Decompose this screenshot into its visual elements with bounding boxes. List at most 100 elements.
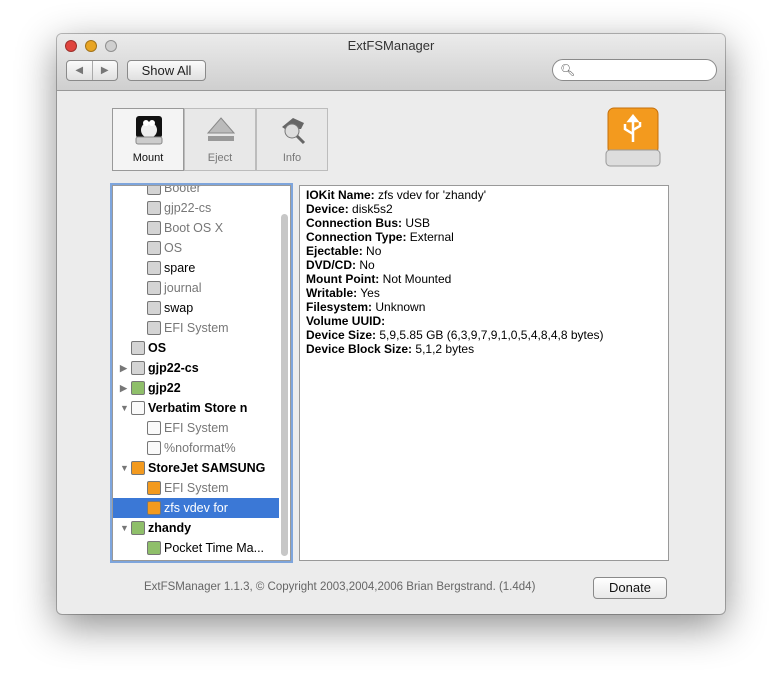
detail-value: USB [402, 216, 431, 230]
disk-drive-icon [147, 261, 161, 275]
detail-line: Device Block Size: 5,1,2 bytes [306, 342, 662, 356]
detail-value: Unknown [372, 300, 426, 314]
tree-item-label: EFI System [164, 421, 229, 435]
tree-item[interactable]: gjp22-cs [113, 198, 279, 218]
back-forward-control: ◀ ▶ [66, 60, 118, 81]
detail-line: Writable: Yes [306, 286, 662, 300]
search-input[interactable]: 🔍︎ [552, 59, 717, 81]
disk-drive-icon [147, 221, 161, 235]
usb-drive-icon [605, 107, 661, 167]
detail-key: Ejectable: [306, 244, 363, 258]
mount-button[interactable]: Mount [112, 108, 184, 171]
white-drive-icon [147, 421, 161, 435]
info-button[interactable]: Info [256, 108, 328, 171]
tree-item-label: gjp22 [148, 381, 181, 395]
tree-item[interactable]: journal [113, 278, 279, 298]
disclosure-expanded-icon[interactable]: ▼ [120, 518, 129, 538]
eject-label: Eject [207, 152, 233, 164]
white-drive-icon [147, 441, 161, 455]
orange-drive-icon [147, 501, 161, 515]
detail-value: disk5s2 [348, 202, 393, 216]
detail-value: No [362, 244, 382, 258]
detail-key: Device Block Size: [306, 342, 413, 356]
detail-key: IOKit Name: [306, 188, 375, 202]
tree-item[interactable]: EFI System [113, 418, 279, 438]
detail-value: Not Mounted [379, 272, 452, 286]
tree-item[interactable]: ▼ StoreJet SAMSUNG [113, 458, 279, 478]
copyright-text: ExtFSManager 1.1.3, © Copyright 2003,200… [144, 581, 536, 593]
extfsmanager-window: ExtFSManager ◀ ▶ Show All 🔍︎ Mount Eject… [57, 34, 725, 614]
detail-line: Volume UUID: [306, 314, 662, 328]
action-toolbar: Mount Eject Info [112, 108, 328, 171]
detail-value: External [406, 230, 454, 244]
detail-line: Filesystem: Unknown [306, 300, 662, 314]
disk-drive-icon [131, 361, 145, 375]
tree-item-label: Boot OS X [164, 221, 224, 235]
tree-item-label: gjp22-cs [164, 201, 212, 215]
disclosure-expanded-icon[interactable]: ▼ [120, 458, 129, 478]
tree-item[interactable]: OS [113, 238, 279, 258]
disk-drive-icon [147, 201, 161, 215]
tree-item-label: Booter [164, 185, 201, 195]
detail-line: Ejectable: No [306, 244, 662, 258]
disk-drive-icon [147, 301, 161, 315]
eject-icon [207, 117, 235, 141]
detail-line: Device: disk5s2 [306, 202, 662, 216]
tree-item[interactable]: spare [113, 258, 279, 278]
orange-drive-icon [131, 461, 145, 475]
tree-item[interactable]: ▼ Verbatim Store n [113, 398, 279, 418]
tree-item[interactable]: EFI System [113, 318, 279, 338]
tree-item-label: zhandy [148, 521, 192, 535]
tree-item[interactable]: Pocket Time Ma... [113, 538, 279, 558]
green-drive-icon [131, 381, 145, 395]
tree-scrollbar[interactable] [281, 214, 288, 556]
tree-item[interactable]: ▶ gjp22 [113, 378, 279, 398]
tree-item[interactable]: Booter [113, 185, 279, 198]
disk-drive-icon [131, 341, 145, 355]
tree-item-label: journal [164, 281, 202, 295]
tree-item[interactable]: OS [113, 338, 279, 358]
detail-line: Device Size: 5,9,5.85 GB (6,3,9,7,9,1,0,… [306, 328, 662, 342]
tree-item[interactable]: swap [113, 298, 279, 318]
tree-item[interactable]: ▶ gjp22-cs [113, 358, 279, 378]
detail-line: Mount Point: Not Mounted [306, 272, 662, 286]
tree-item[interactable]: Boot OS X [113, 218, 279, 238]
detail-value: Yes [357, 286, 380, 300]
tree-item-label: OS [148, 341, 167, 355]
disk-drive-icon [147, 321, 161, 335]
tree-item[interactable]: zfs vdev for [113, 498, 279, 518]
mount-label: Mount [132, 152, 164, 164]
disk-drive-icon [147, 241, 161, 255]
tree-item[interactable]: ▼ zhandy [113, 518, 279, 538]
disclosure-collapsed-icon[interactable]: ▶ [120, 358, 127, 378]
eject-button[interactable]: Eject [184, 108, 256, 171]
disk-drive-icon [147, 281, 161, 295]
detail-key: Connection Bus: [306, 216, 402, 230]
detail-line: Connection Bus: USB [306, 216, 662, 230]
detail-key: Mount Point: [306, 272, 380, 286]
detail-line: IOKit Name: zfs vdev for 'zhandy' [306, 188, 662, 202]
donate-button[interactable]: Donate [593, 577, 667, 599]
detail-key: Volume UUID: [306, 314, 386, 328]
orange-drive-icon [147, 481, 161, 495]
info-label: Info [282, 152, 302, 164]
detail-line: DVD/CD: No [306, 258, 662, 272]
tree-item[interactable]: %noformat% [113, 438, 279, 458]
detail-value: 5,9,5.85 GB (6,3,9,7,9,1,0,5,4,8,4,8 byt… [376, 328, 604, 342]
device-tree[interactable]: Booter gjp22-cs Boot OS X OS spare journal swa… [112, 185, 291, 561]
forward-button[interactable]: ▶ [93, 61, 118, 80]
window-title: ExtFSManager [347, 38, 435, 53]
tree-item-label: StoreJet SAMSUNG [148, 461, 266, 475]
tree-item[interactable]: EFI System [113, 478, 279, 498]
tux-disk-icon [135, 116, 163, 145]
disclosure-collapsed-icon[interactable]: ▶ [120, 378, 127, 398]
tree-item-label: EFI System [164, 481, 229, 495]
tree-item-label: gjp22-cs [148, 361, 199, 375]
green-drive-icon [131, 521, 145, 535]
show-all-button[interactable]: Show All [127, 60, 206, 81]
tree-item-label: OS [164, 241, 183, 255]
detail-key: Device: [306, 202, 349, 216]
disclosure-expanded-icon[interactable]: ▼ [120, 398, 129, 418]
back-button[interactable]: ◀ [67, 61, 93, 80]
tree-item-label: swap [164, 301, 194, 315]
